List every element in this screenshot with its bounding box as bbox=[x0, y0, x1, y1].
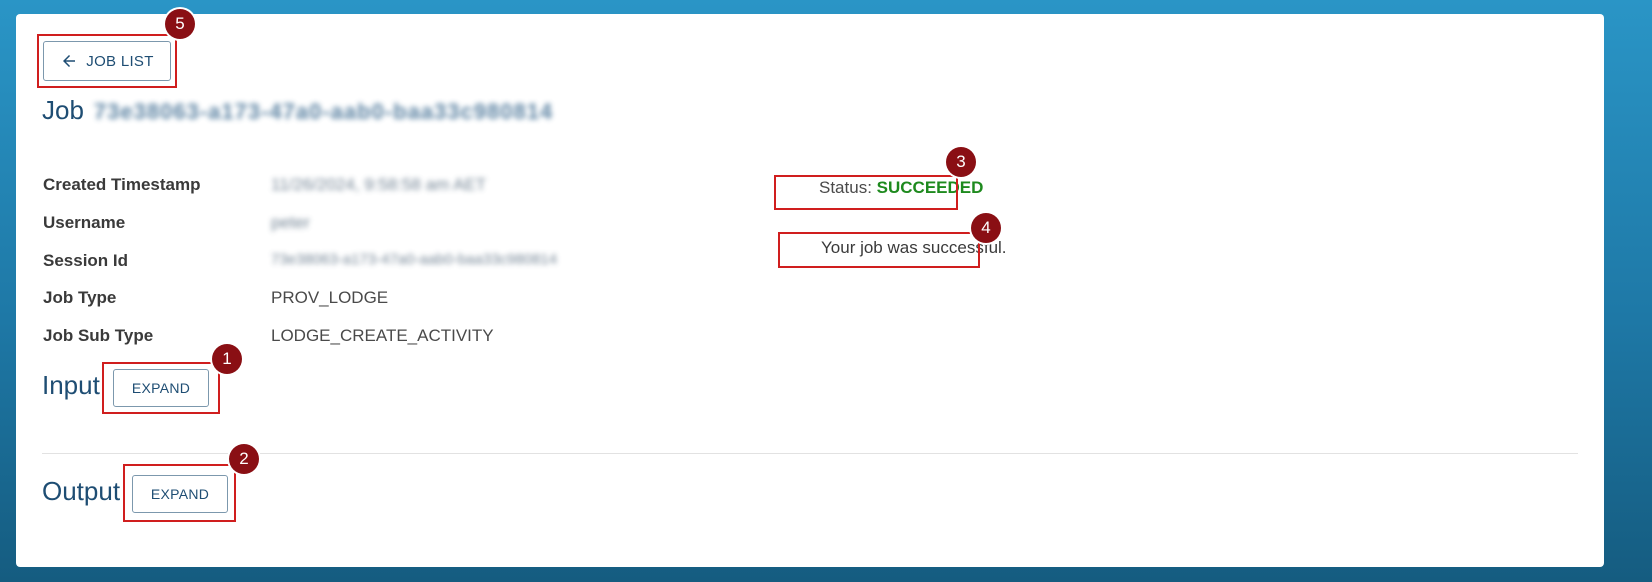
session-id-value: 73e38063-a173-47a0-aab0-baa33c980814 bbox=[271, 251, 558, 268]
output-expand-button[interactable]: EXPAND bbox=[132, 475, 228, 513]
page-title: Job 73e38063-a173-47a0-aab0-baa33c980814 bbox=[42, 95, 553, 126]
username-value: peter bbox=[271, 213, 310, 232]
job-detail-card: JOB LIST Job 73e38063-a173-47a0-aab0-baa… bbox=[16, 9, 1604, 567]
username-label: Username bbox=[43, 213, 126, 232]
job-type-value: PROV_LODGE bbox=[271, 288, 389, 307]
job-list-label: JOB LIST bbox=[86, 52, 154, 70]
annotation-badge-3: 3 bbox=[946, 147, 976, 177]
section-divider bbox=[42, 453, 1578, 454]
job-id: 73e38063-a173-47a0-aab0-baa33c980814 bbox=[93, 99, 554, 124]
input-section-title: Input bbox=[42, 370, 100, 400]
created-timestamp-label: Created Timestamp bbox=[43, 175, 201, 194]
created-timestamp-value: 11/26/2024, 9:58:58 am AET bbox=[271, 175, 487, 194]
status-badge: SUCCEEDED bbox=[876, 178, 984, 197]
annotation-badge-5: 5 bbox=[165, 9, 195, 39]
annotation-badge-4: 4 bbox=[971, 213, 1001, 243]
session-id-label: Session Id bbox=[43, 251, 129, 270]
output-section-title: Output bbox=[42, 476, 121, 506]
arrow-left-icon bbox=[63, 55, 76, 67]
job-sub-type-value: LODGE_CREATE_ACTIVITY bbox=[271, 326, 494, 345]
annotation-badge-1: 1 bbox=[212, 344, 242, 374]
job-sub-type-label: Job Sub Type bbox=[43, 326, 154, 345]
annotation-badge-2: 2 bbox=[229, 444, 259, 474]
status-line: Status: SUCCEEDED bbox=[819, 178, 983, 198]
job-title-prefix: Job bbox=[42, 95, 84, 125]
job-type-label: Job Type bbox=[43, 288, 117, 307]
status-prefix: Status: bbox=[819, 178, 872, 197]
job-list-button[interactable]: JOB LIST bbox=[43, 41, 171, 81]
input-expand-button[interactable]: EXPAND bbox=[113, 369, 209, 407]
